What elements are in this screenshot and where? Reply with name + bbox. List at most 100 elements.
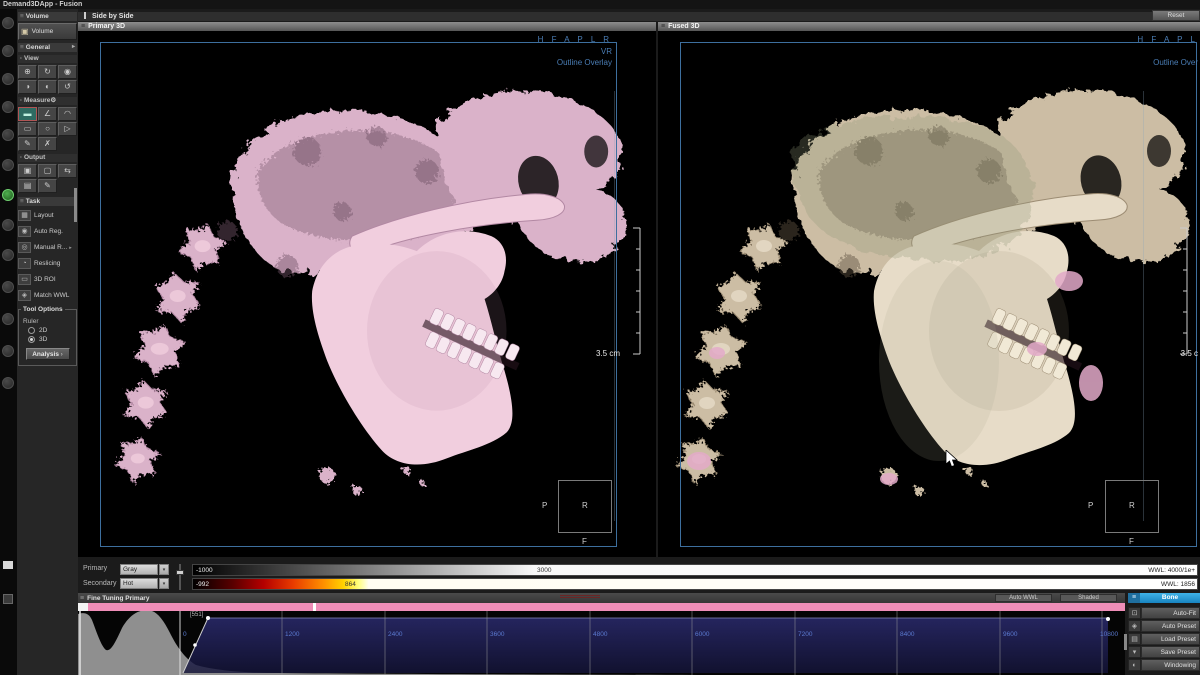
task-item-3d-roi[interactable]: ▭ 3D ROI (18, 272, 77, 287)
primary-colormap-dropdown-icon[interactable]: ▾ (159, 564, 169, 575)
axis-tick: 10800 (1100, 631, 1118, 638)
save-preset-button[interactable]: ▾ Save Preset (1128, 646, 1200, 658)
general-section-header: ≡ General ▸ (18, 43, 77, 52)
submenu-arrow-icon: ▸ (69, 245, 72, 251)
zoom-icon[interactable]: ◉ (58, 65, 77, 79)
strip-tool-icon[interactable] (2, 17, 14, 29)
layout-icon: ▦ (18, 210, 31, 221)
viewport-fused-body[interactable]: H F A P L Outline Over 3.5 c P R F (658, 31, 1200, 557)
measure-icon-grid: ▬ ∠ ◠ ▭ ○ ▷ ✎ ✗ (18, 107, 77, 151)
export-icon[interactable]: ⇆ (58, 164, 77, 178)
panel-collapse-tab[interactable] (1124, 634, 1127, 650)
viewport-primary[interactable]: ≡ Primary 3D H F A P L R VR Outline Over… (78, 22, 656, 557)
strip-bottom-icon[interactable] (3, 561, 13, 569)
strip-tool-icon[interactable] (2, 281, 14, 293)
strip-tool-icon[interactable] (2, 219, 14, 231)
range-selection-bar[interactable] (78, 603, 1125, 611)
radio-3d-circle[interactable] (28, 336, 35, 343)
viewport-primary-body[interactable]: H F A P L R VR Outline Overlay 3.5 cm P … (78, 31, 656, 557)
viewport-fused-header[interactable]: ≡ Fused 3D (658, 22, 1200, 31)
window-level-icon[interactable]: ◐ (38, 80, 57, 94)
strip-tool-icon[interactable] (2, 159, 14, 171)
load-preset-icon: ▤ (1128, 633, 1141, 645)
strip-tool-icon[interactable] (2, 129, 14, 141)
primary-colormap-select[interactable]: Gray (120, 564, 158, 575)
auto-wwl-button[interactable]: Auto WWL (995, 594, 1052, 602)
reset-view-icon[interactable]: ↺ (58, 80, 77, 94)
rotate-3d-icon[interactable]: ↻ (38, 65, 57, 79)
secondary-wwl-readout: WWL: 1856 (1161, 579, 1195, 590)
opacity-slider-handle[interactable] (176, 570, 184, 575)
reslicing-icon: ◔ (18, 258, 31, 269)
auto-fit-button[interactable]: ⊡ Auto-Fit (1128, 607, 1200, 619)
layout-bar-marker (84, 12, 86, 19)
load-preset-button[interactable]: ▤ Load Preset (1128, 633, 1200, 645)
report-icon[interactable]: ✎ (38, 179, 57, 193)
orbit-icon[interactable]: ◑ (18, 80, 37, 94)
strip-tool-icon[interactable] (2, 313, 14, 325)
auto-preset-button[interactable]: ◈ Auto Preset (1128, 620, 1200, 632)
viewport-primary-header[interactable]: ≡ Primary 3D (78, 22, 656, 31)
reset-button[interactable]: Reset (1152, 10, 1200, 21)
transfer-point-value[interactable]: [551] (190, 612, 203, 618)
bone-preset-button[interactable]: ≡ Bone (1128, 593, 1200, 603)
strip-tool-icon[interactable] (2, 377, 14, 389)
primary-range-min: -1000 (196, 565, 213, 576)
pointer-tool-icon[interactable]: ▷ (58, 122, 77, 136)
shaded-button[interactable]: Shaded (1060, 594, 1117, 602)
strip-tool-icon[interactable] (2, 101, 14, 113)
axis-tick: 1200 (285, 631, 299, 638)
axis-tick: 4800 (593, 631, 607, 638)
preset-menu-icon[interactable]: ≡ (1128, 593, 1140, 603)
radio-3d[interactable]: 3D (28, 336, 73, 343)
general-expand-icon[interactable]: ▸ (72, 43, 75, 52)
histogram-area[interactable]: [551] 0 1200 2400 3600 4800 6000 7200 84… (78, 611, 1125, 675)
orientation-f: F (582, 537, 587, 546)
analysis-button[interactable]: Analysis › (26, 348, 70, 360)
delete-measure-icon[interactable]: ✗ (38, 137, 57, 151)
range-bar-marker[interactable] (313, 603, 316, 611)
histogram-plot (78, 611, 1125, 675)
radio-2d-circle[interactable] (28, 327, 35, 334)
secondary-gradient-bar[interactable]: -992 864 WWL: 1856 (192, 578, 1198, 590)
measure-settings-icon[interactable]: ⚙ (50, 97, 56, 105)
angle-tool-icon[interactable]: ∠ (38, 107, 57, 121)
grip-icon: ≡ (80, 595, 84, 602)
secondary-colormap-dropdown-icon[interactable]: ▾ (159, 578, 169, 589)
strip-bottom-icon[interactable] (3, 594, 13, 604)
task-item-match-wwl[interactable]: ◈ Match WWL (18, 288, 77, 303)
radio-2d[interactable]: 2D (28, 327, 73, 334)
print-icon[interactable]: ▤ (18, 179, 37, 193)
strip-tool-icon[interactable] (2, 73, 14, 85)
viewport-border (100, 42, 617, 547)
copy-icon[interactable]: ▢ (38, 164, 57, 178)
ellipse-roi-icon[interactable]: ○ (38, 122, 57, 136)
primary-gradient-bar[interactable]: -1000 3000 WWL: 4000/1e+ (192, 564, 1198, 576)
orientation-f: F (1129, 537, 1134, 546)
strip-tool-icon-active[interactable] (2, 189, 14, 201)
secondary-colormap-select[interactable]: Hot (120, 578, 158, 589)
ruler-tool-icon[interactable]: ▬ (18, 107, 37, 121)
rect-roi-icon[interactable]: ▭ (18, 122, 37, 136)
arc-tool-icon[interactable]: ◠ (58, 107, 77, 121)
strip-tool-icon[interactable] (2, 249, 14, 261)
snapshot-icon[interactable]: ▣ (18, 164, 37, 178)
pan-icon[interactable]: ⊕ (18, 65, 37, 79)
windowing-button[interactable]: ◐ Windowing (1128, 659, 1200, 671)
task-item-auto-reg[interactable]: ◉ Auto Reg. (18, 224, 77, 239)
strip-tool-icon[interactable] (2, 45, 14, 57)
strip-tool-icon[interactable] (2, 345, 14, 357)
secondary-range-max: 864 (345, 579, 356, 590)
fine-tuning-header[interactable]: ≡ Fine Tuning Primary Auto WWL Shaded (78, 593, 1125, 603)
sidebar-scrollbar[interactable] (74, 188, 77, 222)
task-item-layout[interactable]: ▦ Layout (18, 208, 77, 223)
task-item-manual-reg[interactable]: ◎ Manual R... ▸ (18, 240, 77, 255)
volume-button[interactable]: ▣ Volume (18, 23, 77, 40)
task-item-reslicing[interactable]: ◔ Reslicing (18, 256, 77, 271)
range-bar-left-cap[interactable] (78, 603, 88, 611)
opacity-slider-track[interactable] (179, 564, 181, 590)
manual-reg-icon: ◎ (18, 242, 31, 253)
panel-drag-handle[interactable] (560, 595, 600, 598)
viewport-fused[interactable]: ≡ Fused 3D H F A P L Outline Over (658, 22, 1200, 557)
annotate-icon[interactable]: ✎ (18, 137, 37, 151)
